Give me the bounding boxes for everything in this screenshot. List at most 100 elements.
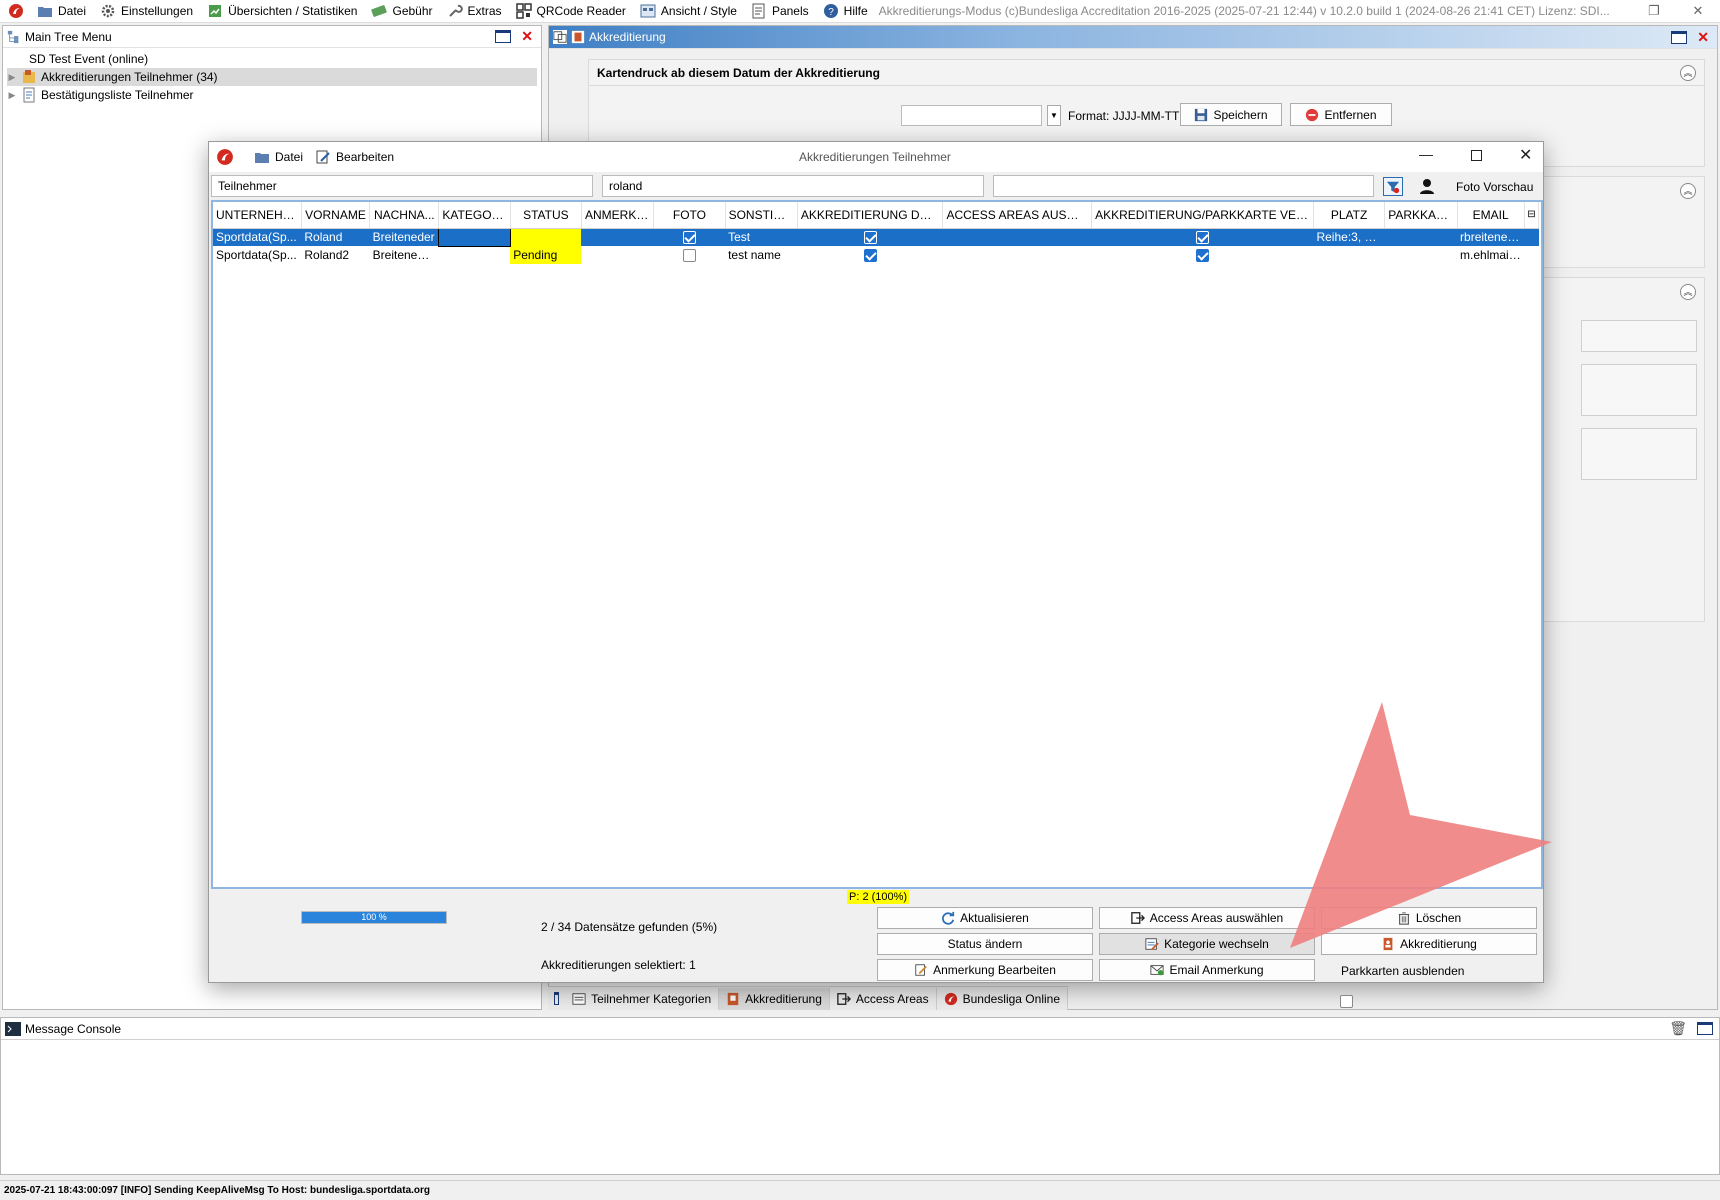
- cell-kategorie[interactable]: [439, 246, 510, 264]
- table-row[interactable]: Sportdata(Sp... Roland2 Breitenede... Pe…: [213, 246, 1539, 264]
- foto-checkbox[interactable]: [682, 249, 696, 263]
- cell-sonstiges[interactable]: Test: [725, 228, 798, 246]
- expand-caret-icon[interactable]: ▶: [7, 90, 17, 101]
- refresh-button[interactable]: Aktualisieren: [877, 907, 1093, 929]
- cell-nachname[interactable]: Breitenede...: [370, 246, 439, 264]
- cell-kategorie[interactable]: [438, 227, 511, 247]
- menu-qrcode[interactable]: QRCode Reader: [509, 0, 633, 22]
- menu-uebersichten[interactable]: Übersichten / Statistiken: [200, 0, 364, 22]
- column-header[interactable]: ACCESS AREAS AUSWÄH...: [942, 202, 1093, 229]
- cell-vorname[interactable]: Roland2: [301, 246, 369, 264]
- dialog-menu-bearbeiten[interactable]: Bearbeiten: [309, 146, 400, 169]
- menu-extras[interactable]: Extras: [440, 0, 509, 22]
- menu-ansicht[interactable]: Ansicht / Style: [633, 0, 744, 22]
- druck-checkbox[interactable]: [863, 231, 877, 245]
- cell-druck[interactable]: [797, 246, 943, 264]
- collapse-section-icon[interactable]: ︽: [1680, 183, 1696, 199]
- tree-item-akkreditierungen[interactable]: ▶ Akkreditierungen Teilnehmer (34): [7, 68, 537, 86]
- dialog-menu-datei[interactable]: Datei: [248, 146, 309, 169]
- versch-checkbox[interactable]: [1196, 249, 1210, 263]
- tab-access-areas[interactable]: Access Areas: [830, 987, 937, 1010]
- cell-anmerkung[interactable]: [581, 246, 653, 264]
- cell-foto[interactable]: [653, 228, 726, 246]
- menu-hilfe[interactable]: ? Hilfe: [816, 0, 875, 22]
- filter-reset-icon[interactable]: [1383, 177, 1403, 196]
- maximize-dialog-button[interactable]: [1471, 150, 1482, 161]
- cell-email[interactable]: rbreitened...: [1457, 228, 1525, 246]
- column-header[interactable]: VORNAME: [301, 202, 371, 229]
- cell-platz[interactable]: Reihe:3, Pla...: [1313, 228, 1385, 246]
- search-input[interactable]: roland: [602, 175, 984, 197]
- maximize-pane-icon[interactable]: [1671, 30, 1688, 44]
- status-change-button[interactable]: Status ändern: [877, 933, 1093, 955]
- cell-versch[interactable]: [1092, 246, 1314, 264]
- filter-category-field[interactable]: Teilnehmer: [211, 175, 593, 197]
- date-input[interactable]: [901, 105, 1042, 126]
- close-pane-icon[interactable]: ✕: [1697, 29, 1709, 46]
- menu-einstellungen[interactable]: Einstellungen: [93, 0, 200, 22]
- close-window-button[interactable]: ✕: [1676, 3, 1720, 19]
- column-header[interactable]: UNTERNEHM...: [213, 202, 302, 229]
- column-header[interactable]: AKKREDITIERUNG/PARKKARTE VERSCH...: [1091, 202, 1314, 229]
- collapse-section-icon[interactable]: ︽: [1680, 64, 1696, 81]
- menu-datei[interactable]: Datei: [30, 0, 93, 22]
- cell-parkkarte[interactable]: [1384, 228, 1458, 246]
- column-header[interactable]: PARKKARTE: [1384, 202, 1458, 229]
- hide-parking-checkbox[interactable]: [1340, 995, 1354, 1009]
- menu-panels[interactable]: Panels: [744, 0, 816, 22]
- pane-layout-icon[interactable]: [554, 992, 560, 1005]
- column-header[interactable]: AKKREDITIERUNG DRUC...: [797, 202, 944, 229]
- column-header[interactable]: FOTO: [653, 202, 726, 229]
- remove-button[interactable]: Entfernen: [1290, 103, 1392, 126]
- tree-root[interactable]: SD Test Event (online): [7, 50, 537, 68]
- table-row[interactable]: Sportdata(Sp... Roland Breiteneder Pendi…: [213, 227, 1539, 247]
- cell-status[interactable]: Pending: [510, 228, 582, 246]
- cell-status[interactable]: Pending: [510, 246, 582, 264]
- date-dropdown-button[interactable]: ▼: [1047, 105, 1061, 126]
- close-pane-icon[interactable]: ✕: [521, 28, 533, 45]
- save-button[interactable]: Speichern: [1180, 103, 1282, 126]
- cell-unternehmen[interactable]: Sportdata(Sp...: [213, 228, 302, 246]
- restore-window-button[interactable]: ❐: [1632, 3, 1676, 19]
- cell-access[interactable]: [942, 228, 1092, 246]
- foto-checkbox[interactable]: [682, 231, 696, 245]
- cell-foto[interactable]: [654, 246, 725, 264]
- maximize-pane-icon[interactable]: [1697, 1022, 1713, 1035]
- column-header[interactable]: STATUS: [510, 202, 582, 229]
- maximize-pane-icon[interactable]: [495, 30, 512, 43]
- column-header[interactable]: SONSTIGES: [725, 202, 798, 229]
- tab-akkreditierung[interactable]: Akkreditierung: [719, 987, 830, 1010]
- note-edit-button[interactable]: Anmerkung Bearbeiten: [877, 959, 1093, 981]
- column-header[interactable]: NACHNA...: [369, 202, 440, 229]
- cell-versch[interactable]: [1091, 228, 1314, 246]
- column-header[interactable]: ANMERKU...: [581, 202, 655, 229]
- druck-checkbox[interactable]: [863, 249, 877, 263]
- cell-access[interactable]: [943, 246, 1092, 264]
- menu-gebuehr[interactable]: Gebühr: [364, 0, 439, 22]
- expand-caret-icon[interactable]: ▶: [7, 72, 17, 83]
- cell-anmerkung[interactable]: [581, 228, 654, 246]
- cell-email[interactable]: m.ehlmaie...: [1457, 246, 1524, 264]
- column-chooser-icon[interactable]: ⊟: [1524, 202, 1540, 229]
- tree-item-bestaetigungsliste[interactable]: ▶ Bestätigungsliste Teilnehmer: [7, 86, 537, 104]
- cell-sonstiges[interactable]: test name: [725, 246, 797, 264]
- cell-platz[interactable]: [1313, 246, 1384, 264]
- minimize-dialog-button[interactable]: —: [1419, 146, 1433, 162]
- column-header[interactable]: PLATZ: [1313, 202, 1386, 229]
- email-note-button[interactable]: Email Anmerkung: [1099, 959, 1315, 981]
- tab-bundesliga-online[interactable]: Bundesliga Online: [937, 987, 1068, 1010]
- tab-teilnehmer-kategorien[interactable]: Teilnehmer Kategorien: [565, 987, 720, 1010]
- column-header[interactable]: KATEGORIE: [438, 202, 511, 229]
- cell-nachname[interactable]: Breiteneder: [369, 228, 439, 246]
- cell-druck[interactable]: [797, 228, 943, 246]
- cell-parkkarte[interactable]: [1385, 246, 1457, 264]
- versch-checkbox[interactable]: [1196, 231, 1210, 245]
- cell-unternehmen[interactable]: Sportdata(Sp...: [213, 246, 301, 264]
- filter-extra-input[interactable]: [993, 175, 1374, 197]
- cell-vorname[interactable]: Roland: [301, 228, 370, 246]
- collapse-section-icon[interactable]: ︽: [1680, 284, 1696, 300]
- clear-console-icon[interactable]: 🗑: [1669, 1020, 1687, 1037]
- close-dialog-button[interactable]: ✕: [1519, 145, 1532, 165]
- tab-label: Teilnehmer Kategorien: [591, 991, 712, 1006]
- column-header[interactable]: EMAIL: [1457, 202, 1525, 229]
